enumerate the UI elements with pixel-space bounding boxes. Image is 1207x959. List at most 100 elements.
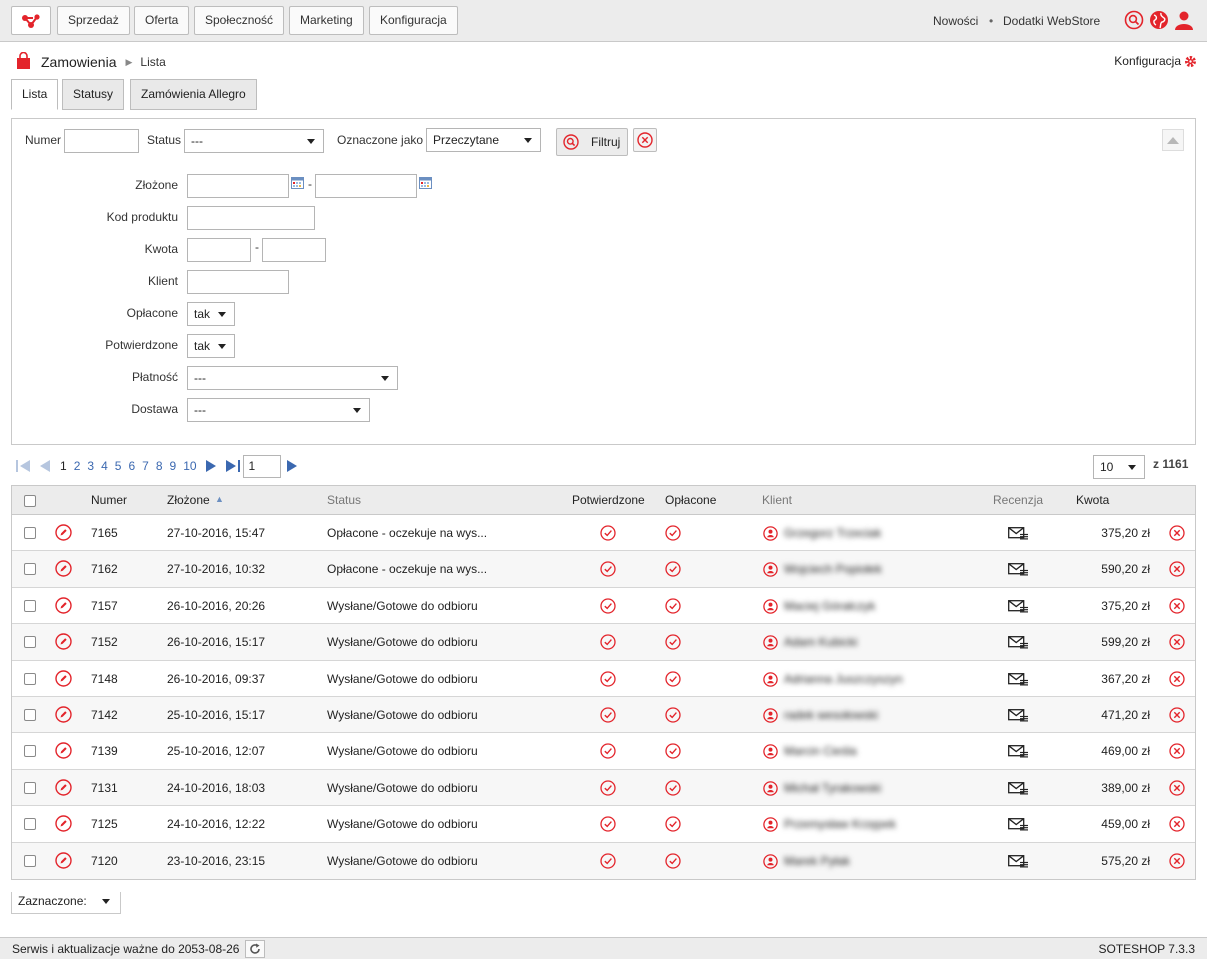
delete-icon[interactable] — [1169, 816, 1185, 835]
next-page-icon[interactable] — [205, 460, 216, 472]
delete-icon[interactable] — [1169, 525, 1185, 544]
nav-konfiguracja-button[interactable]: Konfiguracja — [369, 6, 458, 35]
order-number[interactable]: 7152 — [91, 635, 118, 649]
client-name[interactable]: radek wesołowski — [784, 708, 878, 722]
table-row[interactable]: 7148 26-10-2016, 09:37 Wysłane/Gotowe do o… — [12, 661, 1195, 697]
order-number[interactable]: 7148 — [91, 672, 118, 686]
nav-marketing-button[interactable]: Marketing — [289, 6, 364, 35]
edit-icon[interactable] — [55, 706, 72, 726]
delete-icon[interactable] — [1169, 707, 1185, 726]
prev-page-icon[interactable] — [40, 460, 50, 472]
delete-icon[interactable] — [1169, 598, 1185, 617]
numer-input[interactable] — [64, 129, 139, 153]
delete-icon[interactable] — [1169, 670, 1185, 690]
header-numer[interactable]: Numer — [91, 493, 127, 507]
header-oplacone[interactable]: Opłacone — [665, 493, 716, 507]
date-from-input[interactable] — [187, 174, 289, 198]
table-row[interactable]: 7157 26-10-2016, 20:26 Wysłane/Gotowe do o… — [12, 588, 1195, 625]
edit-icon[interactable] — [55, 669, 72, 690]
user-icon[interactable] — [1174, 10, 1194, 30]
delete-icon[interactable] — [1169, 561, 1185, 580]
page-link[interactable]: 3 — [87, 459, 94, 473]
mail-review-icon[interactable] — [1008, 709, 1029, 725]
page-number-input[interactable]: 1 — [242, 454, 281, 478]
tab-lista[interactable]: Lista — [11, 79, 59, 110]
nav-oferta-button[interactable]: Oferta — [134, 6, 190, 35]
order-number[interactable]: 7162 — [91, 562, 118, 576]
platnosc-select[interactable]: --- — [187, 366, 398, 390]
delete-icon[interactable] — [1169, 780, 1185, 799]
edit-icon[interactable] — [55, 742, 72, 762]
date-to-input[interactable] — [315, 174, 417, 198]
edit-icon[interactable] — [55, 851, 72, 872]
edit-icon[interactable] — [55, 597, 72, 617]
row-checkbox[interactable] — [24, 672, 36, 685]
client-name[interactable]: Maciej Górałczyk — [784, 599, 875, 613]
first-page-icon[interactable] — [16, 460, 30, 472]
client-name[interactable]: Przemysław Krzępek — [784, 817, 896, 831]
per-page-select[interactable]: 10 — [1093, 455, 1145, 479]
client-name[interactable]: Grzegorz Trzeciak — [784, 526, 881, 540]
klient-input[interactable] — [187, 270, 289, 294]
kwota-from-input[interactable] — [187, 238, 251, 262]
mail-review-icon[interactable] — [1008, 854, 1029, 871]
row-checkbox[interactable] — [24, 527, 36, 539]
calendar-icon[interactable] — [419, 177, 432, 189]
client-name[interactable]: Marek Pyłak — [784, 854, 850, 868]
page-link[interactable]: 10 — [183, 459, 196, 473]
mail-review-icon[interactable] — [1008, 672, 1029, 689]
table-row[interactable]: 7162 27-10-2016, 10:32 Opłacone - oczekuje… — [12, 551, 1195, 588]
search-icon[interactable] — [1124, 10, 1144, 30]
header-potwierdzone[interactable]: Potwierdzone — [572, 493, 645, 507]
select-all-checkbox[interactable] — [24, 495, 36, 507]
client-name[interactable]: Michał Tyrakowski — [784, 781, 881, 795]
header-kwota[interactable]: Kwota — [1076, 493, 1109, 507]
order-number[interactable]: 7157 — [91, 599, 118, 613]
mail-review-icon[interactable] — [1008, 745, 1029, 761]
mail-review-icon[interactable] — [1008, 599, 1029, 616]
delete-icon[interactable] — [1169, 743, 1185, 762]
header-zlozone[interactable]: Złożone — [167, 493, 210, 507]
row-checkbox[interactable] — [24, 636, 36, 649]
order-number[interactable]: 7120 — [91, 854, 118, 868]
page-link[interactable]: 9 — [170, 459, 177, 473]
row-checkbox[interactable] — [24, 563, 36, 576]
row-checkbox[interactable] — [24, 781, 36, 794]
edit-icon[interactable] — [55, 779, 72, 799]
refresh-button[interactable] — [245, 940, 265, 958]
page-link[interactable]: 7 — [142, 459, 149, 473]
breadcrumb-title[interactable]: Zamowienia — [41, 54, 116, 70]
news-link[interactable]: Nowości — [933, 14, 978, 28]
client-name[interactable]: Adrianna Juszczyszyn — [784, 672, 903, 686]
tab-zamowienia-allegro[interactable]: Zamówienia Allegro — [130, 79, 257, 110]
marked-select[interactable]: Przeczytane — [426, 128, 541, 152]
globe-icon[interactable] — [1149, 10, 1169, 30]
mail-review-icon[interactable] — [1008, 781, 1029, 798]
page-link[interactable]: 4 — [101, 459, 108, 473]
order-number[interactable]: 7131 — [91, 781, 118, 795]
page-link[interactable]: 5 — [115, 459, 122, 473]
mail-review-icon[interactable] — [1008, 636, 1029, 652]
nav-sprzedaz-button[interactable]: Sprzedaż — [57, 6, 130, 35]
filter-button[interactable]: Filtruj — [556, 128, 628, 156]
mail-review-icon[interactable] — [1008, 563, 1029, 579]
order-number[interactable]: 7142 — [91, 708, 118, 722]
page-link[interactable]: 1 — [60, 459, 67, 473]
edit-icon[interactable] — [55, 815, 72, 835]
client-name[interactable]: Wojciech Popiołek — [784, 562, 882, 576]
table-row[interactable]: 7165 27-10-2016, 15:47 Opłacone - oczekuje… — [12, 515, 1195, 552]
nav-spolecznosc-button[interactable]: Społeczność — [194, 6, 285, 35]
edit-icon[interactable] — [55, 524, 72, 544]
dostawa-select[interactable]: --- — [187, 398, 370, 422]
kod-produktu-input[interactable] — [187, 206, 315, 230]
page-link[interactable]: 2 — [74, 459, 81, 473]
clear-filter-button[interactable] — [633, 128, 657, 152]
oplacone-select[interactable]: tak — [187, 302, 235, 326]
table-row[interactable]: 7152 26-10-2016, 15:17 Wysłane/Gotowe do o… — [12, 624, 1195, 661]
mail-review-icon[interactable] — [1008, 818, 1029, 834]
row-checkbox[interactable] — [24, 818, 36, 831]
table-row[interactable]: 7120 23-10-2016, 23:15 Wysłane/Gotowe do o… — [12, 842, 1195, 879]
order-number[interactable]: 7125 — [91, 817, 118, 831]
delete-icon[interactable] — [1169, 634, 1185, 653]
edit-icon[interactable] — [55, 560, 72, 580]
